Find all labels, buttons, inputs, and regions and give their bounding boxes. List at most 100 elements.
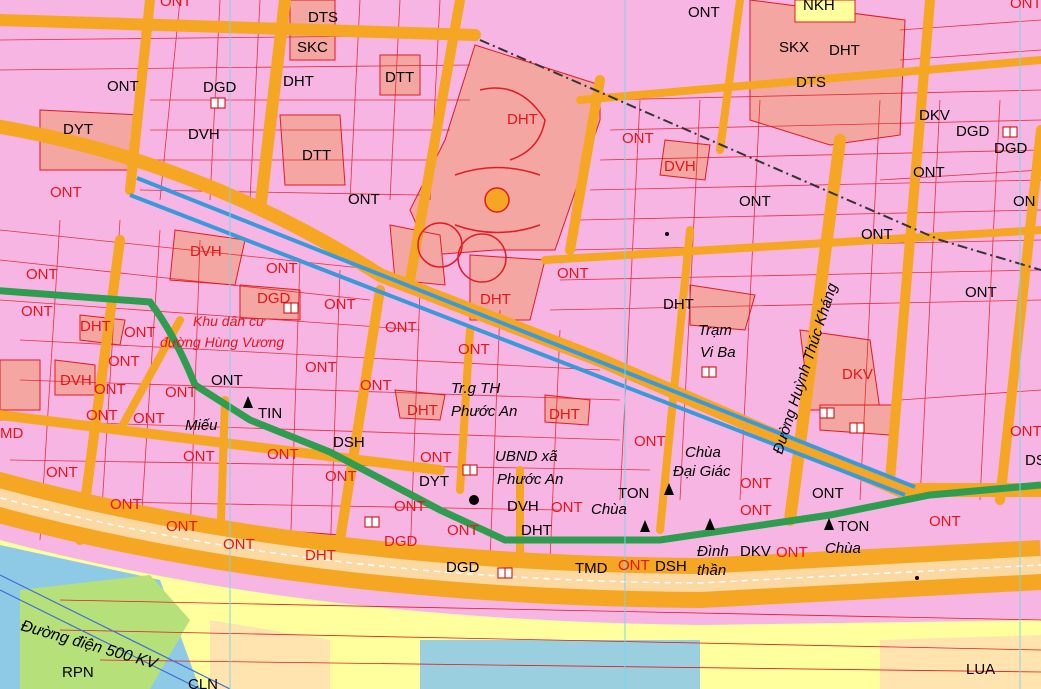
label: ONT <box>557 265 589 282</box>
chua-dai-giac-label-2: Đại Giác <box>673 463 731 480</box>
label: DHT <box>407 402 438 419</box>
label: DS <box>1025 452 1041 469</box>
label: DKV <box>919 107 950 124</box>
label: DVH <box>190 243 222 260</box>
label: NKH <box>803 0 835 14</box>
label: ONT <box>812 485 844 502</box>
school-label: Tr.g TH <box>451 380 500 397</box>
label: DGD <box>203 79 237 96</box>
label: DTT <box>385 69 414 86</box>
label: ONT <box>124 324 156 341</box>
ubnd-label-2: Phước An <box>497 471 563 488</box>
label: ONT <box>183 448 215 465</box>
chua-label-2: Chùa <box>825 540 861 557</box>
label: RPN <box>62 664 94 681</box>
khu-dan-cu-label-2: đường Hùng Vương <box>160 334 284 350</box>
tram-label: Trạm <box>698 322 732 339</box>
label: DHT <box>549 406 580 423</box>
label: ONT <box>634 433 666 450</box>
label: DHT <box>507 111 538 128</box>
label: ONT <box>324 296 356 313</box>
label: ONT <box>21 303 53 320</box>
label: ONT <box>1010 0 1041 12</box>
label: ONT <box>618 557 650 574</box>
label: DVH <box>60 372 92 389</box>
label: DTT <box>302 147 331 164</box>
label: DHT <box>305 547 336 564</box>
book-icon <box>819 407 835 419</box>
khu-dan-cu-label: Khu dân cư <box>193 313 266 329</box>
chua-dai-giac-label: Chùa <box>685 444 721 461</box>
label: ONT <box>776 544 808 561</box>
label: DKV <box>842 366 873 383</box>
label: TON <box>838 518 869 535</box>
label: ONT <box>325 468 357 485</box>
label: DGD <box>956 123 990 140</box>
label: ONT <box>166 518 198 535</box>
label: DTS <box>796 74 826 91</box>
label: ONT <box>688 4 720 21</box>
label: ONT <box>394 498 426 515</box>
label: DHT <box>663 296 694 313</box>
label: ONT <box>348 191 380 208</box>
label: ONT <box>46 464 78 481</box>
ubnd-label: UBND xã <box>495 448 558 465</box>
dinh-label-2: thần <box>697 562 726 579</box>
point-icon <box>915 576 919 580</box>
label: DSH <box>655 558 687 575</box>
label: ONT <box>110 496 142 513</box>
label: DHT <box>480 291 511 308</box>
label: SKX <box>779 39 809 56</box>
label: ON <box>1013 193 1036 210</box>
label: DHT <box>829 42 860 59</box>
book-icon <box>701 366 717 378</box>
label: ONT <box>965 284 997 301</box>
label: ONT <box>551 499 583 516</box>
book-icon <box>210 97 226 109</box>
label: ONT <box>458 341 490 358</box>
book-icon <box>364 516 380 528</box>
label: TMD <box>575 560 608 577</box>
land-use-map[interactable]: ONT DTS ONT NKH ONT SKC SKX DHT DTT ONT … <box>0 0 1041 689</box>
label: DHT <box>283 73 314 90</box>
label: ONT <box>740 502 772 519</box>
label: ONT <box>1010 423 1041 440</box>
point-icon <box>665 232 669 236</box>
label: ONT <box>420 449 452 466</box>
label: ONT <box>94 381 126 398</box>
label: MD <box>0 425 23 442</box>
label: DYT <box>63 121 93 138</box>
label: DGD <box>994 140 1028 157</box>
label: ONT <box>622 130 654 147</box>
label: TON <box>618 485 649 502</box>
school-label-2: Phước An <box>451 403 517 420</box>
label: ONT <box>929 513 961 530</box>
label: ONT <box>107 78 139 95</box>
label: ONT <box>267 446 299 463</box>
book-icon <box>462 464 478 476</box>
label: ONT <box>913 164 945 181</box>
label: ONT <box>385 319 417 336</box>
label: DSH <box>333 434 365 451</box>
label: ONT <box>266 260 298 277</box>
map-canvas: ONT DTS ONT NKH ONT SKC SKX DHT DTT ONT … <box>0 0 1041 689</box>
label: ONT <box>86 407 118 424</box>
label: ONT <box>740 475 772 492</box>
label: ONT <box>305 359 337 376</box>
label: DGD <box>446 559 480 576</box>
label: DVH <box>664 158 696 175</box>
label: DGD <box>384 533 418 550</box>
dinh-label: Đình <box>697 543 729 560</box>
book-icon <box>849 422 865 434</box>
label: DVH <box>507 498 539 515</box>
admin-point-icon <box>469 495 479 505</box>
label: ONT <box>223 536 255 553</box>
label: ONT <box>447 522 479 539</box>
label: ONT <box>165 384 197 401</box>
label: ONT <box>50 184 82 201</box>
label: DVH <box>188 126 220 143</box>
book-icon <box>497 567 513 579</box>
label: LUA <box>966 661 995 678</box>
label: ONT <box>861 226 893 243</box>
label: ONT <box>160 0 192 10</box>
